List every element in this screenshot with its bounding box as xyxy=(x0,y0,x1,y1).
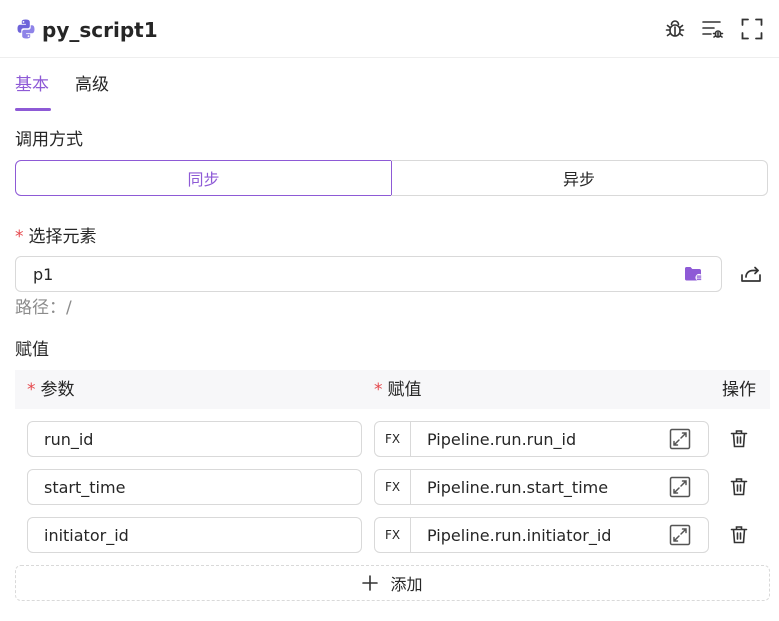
element-select-input[interactable]: p1 xyxy=(15,256,722,292)
add-row-label: 添加 xyxy=(390,575,423,594)
select-element-label-text: 选择元素 xyxy=(28,227,97,247)
value-text: Pipeline.run.run_id xyxy=(427,429,577,449)
value-text: Pipeline.run.initiator_id xyxy=(427,525,612,545)
required-mark: * xyxy=(374,380,383,400)
async-option[interactable]: 异步 xyxy=(391,160,768,196)
fx-button[interactable]: FX xyxy=(374,469,411,505)
value-input[interactable]: Pipeline.run.initiator_id xyxy=(410,517,709,553)
folder-icon[interactable] xyxy=(684,265,704,283)
element-path: 路径：/ xyxy=(15,298,72,318)
param-input[interactable]: start_time xyxy=(27,469,362,505)
plus-icon xyxy=(362,575,379,591)
tab-advanced[interactable]: 高级 xyxy=(75,73,109,97)
value-text: Pipeline.run.start_time xyxy=(427,477,609,497)
assign-section-label: 赋值 xyxy=(15,340,49,360)
col-param-text: 参数 xyxy=(40,380,75,400)
tab-active-indicator xyxy=(15,108,51,111)
param-value: initiator_id xyxy=(44,525,129,545)
fx-button[interactable]: FX xyxy=(374,421,411,457)
element-value: p1 xyxy=(33,264,54,284)
sync-option[interactable]: 同步 xyxy=(15,160,392,196)
page-title: py_script1 xyxy=(42,18,158,42)
delete-icon[interactable] xyxy=(730,477,748,497)
value-input[interactable]: Pipeline.run.run_id xyxy=(410,421,709,457)
col-value-text: 赋值 xyxy=(387,380,422,400)
delete-icon[interactable] xyxy=(730,429,748,449)
expand-icon[interactable] xyxy=(669,428,691,450)
value-input[interactable]: Pipeline.run.start_time xyxy=(410,469,709,505)
param-value: start_time xyxy=(44,477,126,497)
add-row-button[interactable]: 添加 xyxy=(15,565,770,601)
col-value-header: * 赋值 xyxy=(374,378,422,402)
debug-list-icon[interactable] xyxy=(701,18,725,40)
bug-icon[interactable] xyxy=(664,18,686,40)
col-param-header: * 参数 xyxy=(27,378,75,402)
delete-icon[interactable] xyxy=(730,525,748,545)
share-icon[interactable] xyxy=(740,263,762,285)
expand-icon[interactable] xyxy=(669,524,691,546)
fullscreen-icon[interactable] xyxy=(741,18,763,40)
fx-button[interactable]: FX xyxy=(374,517,411,553)
param-input[interactable]: initiator_id xyxy=(27,517,362,553)
header-divider xyxy=(0,57,779,58)
required-mark: * xyxy=(27,380,36,400)
param-input[interactable]: run_id xyxy=(27,421,362,457)
col-action-header: 操作 xyxy=(722,380,756,400)
expand-icon[interactable] xyxy=(669,476,691,498)
invoke-mode-label: 调用方式 xyxy=(15,130,83,150)
python-icon xyxy=(15,18,37,40)
required-mark: * xyxy=(15,227,24,247)
tab-basic[interactable]: 基本 xyxy=(15,73,49,97)
param-value: run_id xyxy=(44,429,94,449)
select-element-label: * 选择元素 xyxy=(15,225,97,249)
